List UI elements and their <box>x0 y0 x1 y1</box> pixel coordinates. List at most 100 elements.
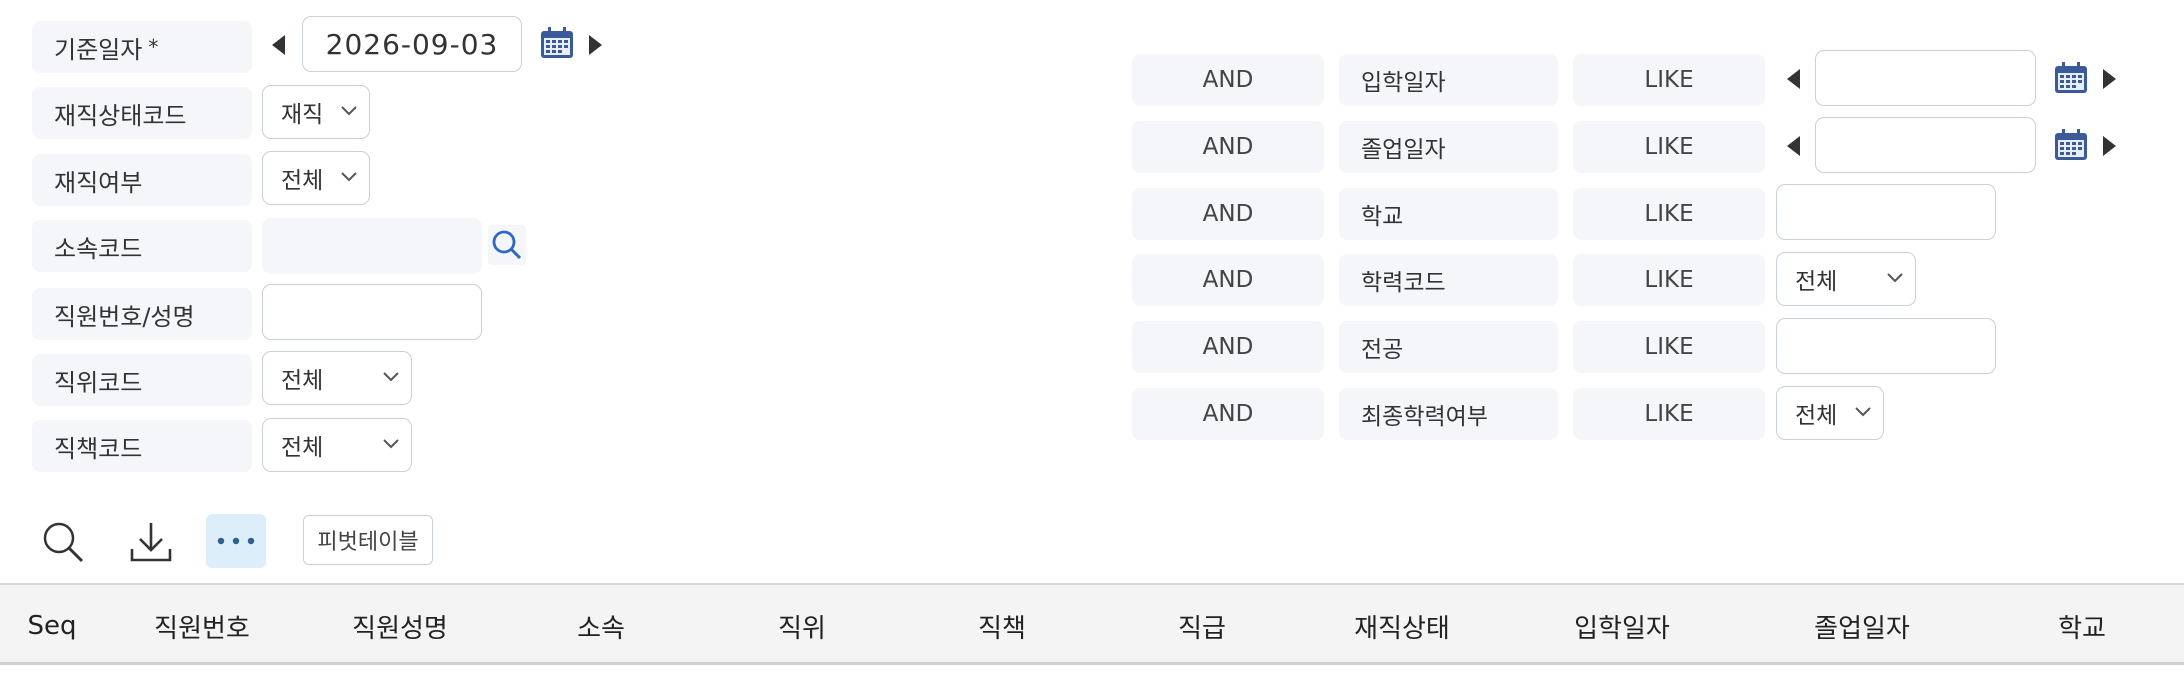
chevron-down-icon <box>383 372 399 382</box>
filter-field-name: 학력코드 <box>1339 254 1558 306</box>
base-date-label: 기준일자 * <box>32 21 252 73</box>
emp-no-name-input[interactable] <box>262 284 482 340</box>
filter-field-text: 최종학력여부 <box>1361 404 1488 430</box>
calendar-icon[interactable] <box>540 27 574 63</box>
next-date-button[interactable] <box>2103 69 2116 89</box>
filter-field-name: 졸업일자 <box>1339 121 1558 173</box>
column-header-duty[interactable]: 직책 <box>902 585 1102 667</box>
filter-field-text: 학력코드 <box>1361 270 1446 296</box>
column-header-graduation-date[interactable]: 졸업일자 <box>1742 585 1982 667</box>
logic-op[interactable]: AND <box>1132 188 1324 240</box>
column-header-text: 입학일자 <box>1574 613 1670 644</box>
position-code-label: 직위코드 <box>32 354 252 406</box>
condition-op[interactable]: LIKE <box>1573 121 1765 173</box>
chevron-down-icon <box>383 439 399 449</box>
column-header-dept[interactable]: 소속 <box>500 585 702 667</box>
dept-code-label-text: 소속코드 <box>54 234 143 263</box>
condition-op-text: LIKE <box>1644 201 1694 227</box>
calendar-icon[interactable] <box>2054 129 2088 165</box>
filter-field-text: 졸업일자 <box>1361 137 1446 163</box>
condition-op-text: LIKE <box>1644 334 1694 360</box>
duty-code-label: 직책코드 <box>32 420 252 472</box>
duty-code-value: 전체 <box>281 435 324 461</box>
download-icon[interactable] <box>126 517 176 567</box>
pivot-table-button[interactable]: 피벗테이블 <box>303 515 433 565</box>
column-header-seq[interactable]: Seq <box>0 585 104 667</box>
duty-code-label-text: 직책코드 <box>54 434 143 463</box>
emp-status-code-select[interactable]: 재직 <box>262 85 370 139</box>
employment-yn-select[interactable]: 전체 <box>262 151 370 205</box>
condition-op[interactable]: LIKE <box>1573 188 1765 240</box>
final-education-select[interactable]: 전체 <box>1776 386 1884 440</box>
position-code-select[interactable]: 전체 <box>262 351 412 405</box>
condition-op[interactable]: LIKE <box>1573 54 1765 106</box>
logic-op-text: AND <box>1202 401 1254 427</box>
column-header-text: 학교 <box>2058 613 2106 644</box>
emp-status-code-label-text: 재직상태코드 <box>54 101 187 130</box>
education-code-value: 전체 <box>1795 269 1838 295</box>
prev-date-button[interactable] <box>1787 136 1800 156</box>
logic-op[interactable]: AND <box>1132 121 1324 173</box>
logic-op-text: AND <box>1202 334 1254 360</box>
logic-op-text: AND <box>1202 201 1254 227</box>
emp-status-code-label: 재직상태코드 <box>32 87 252 139</box>
chevron-down-icon <box>341 172 357 182</box>
condition-op-text: LIKE <box>1644 134 1694 160</box>
column-header-status[interactable]: 재직상태 <box>1302 585 1502 667</box>
column-header-admission-date[interactable]: 입학일자 <box>1502 585 1742 667</box>
employment-yn-value: 전체 <box>281 168 324 194</box>
next-date-button[interactable] <box>589 35 602 55</box>
condition-op-text: LIKE <box>1644 267 1694 293</box>
chevron-down-icon <box>1855 407 1871 417</box>
column-header-text: 직급 <box>1178 613 1226 644</box>
filter-field-name: 전공 <box>1339 321 1558 373</box>
dept-code-input[interactable] <box>262 218 482 274</box>
filter-field-text: 전공 <box>1361 337 1404 363</box>
column-header-emp-name[interactable]: 직원성명 <box>300 585 500 667</box>
education-code-select[interactable]: 전체 <box>1776 252 1916 306</box>
employment-yn-label: 재직여부 <box>32 154 252 206</box>
employment-yn-label-text: 재직여부 <box>54 168 143 197</box>
graduation-date-input[interactable] <box>1815 117 2036 173</box>
column-header-text: 직책 <box>978 613 1026 644</box>
emp-no-name-label: 직원번호/성명 <box>32 288 252 340</box>
column-header-text: 소속 <box>577 613 625 644</box>
condition-op[interactable]: LIKE <box>1573 321 1765 373</box>
emp-status-code-value: 재직 <box>281 102 324 128</box>
position-code-label-text: 직위코드 <box>54 368 143 397</box>
base-date-value: 2026-09-03 <box>325 27 499 61</box>
logic-op[interactable]: AND <box>1132 388 1324 440</box>
logic-op-text: AND <box>1202 267 1254 293</box>
condition-op-text: LIKE <box>1644 67 1694 93</box>
filter-field-text: 입학일자 <box>1361 70 1446 96</box>
school-input[interactable] <box>1776 184 1996 240</box>
column-header-emp-no[interactable]: 직원번호 <box>104 585 300 667</box>
condition-op[interactable]: LIKE <box>1573 388 1765 440</box>
condition-op[interactable]: LIKE <box>1573 254 1765 306</box>
calendar-icon[interactable] <box>2054 62 2088 98</box>
logic-op[interactable]: AND <box>1132 321 1324 373</box>
next-date-button[interactable] <box>2103 136 2116 156</box>
column-header-school[interactable]: 학교 <box>1982 585 2182 667</box>
position-code-value: 전체 <box>281 368 324 394</box>
column-header-text: 직원성명 <box>352 613 448 644</box>
search-icon[interactable] <box>38 517 88 567</box>
logic-op[interactable]: AND <box>1132 254 1324 306</box>
duty-code-select[interactable]: 전체 <box>262 418 412 472</box>
column-header-position[interactable]: 직위 <box>702 585 902 667</box>
base-date-input[interactable]: 2026-09-03 <box>302 16 522 72</box>
final-education-value: 전체 <box>1795 403 1838 429</box>
required-mark: * <box>148 35 159 59</box>
logic-op-text: AND <box>1202 134 1254 160</box>
admission-date-input[interactable] <box>1815 50 2036 106</box>
condition-op-text: LIKE <box>1644 401 1694 427</box>
major-input[interactable] <box>1776 318 1996 374</box>
pivot-table-label: 피벗테이블 <box>317 530 419 555</box>
more-icon[interactable] <box>206 514 266 568</box>
prev-date-button[interactable] <box>272 35 285 55</box>
prev-date-button[interactable] <box>1787 69 1800 89</box>
logic-op[interactable]: AND <box>1132 54 1324 106</box>
emp-no-name-label-text: 직원번호/성명 <box>54 302 195 331</box>
column-header-grade[interactable]: 직급 <box>1102 585 1302 667</box>
search-icon[interactable] <box>488 225 526 265</box>
